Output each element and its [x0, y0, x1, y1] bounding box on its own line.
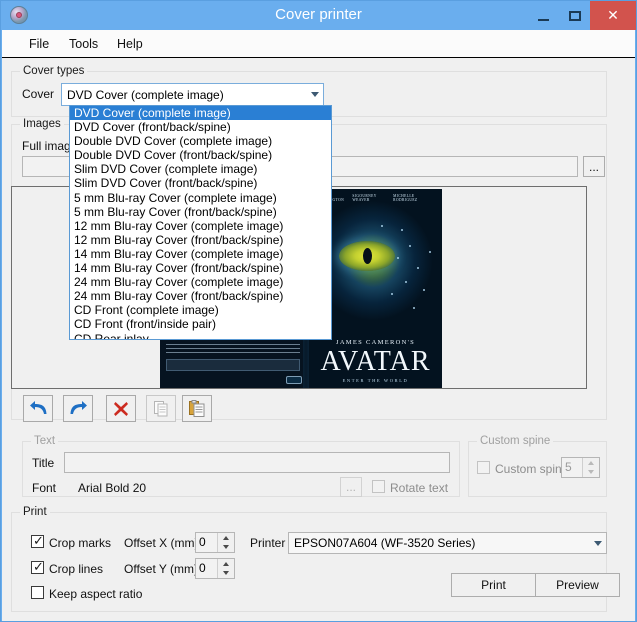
font-label: Font	[32, 481, 56, 495]
dropdown-option[interactable]: Slim DVD Cover (front/back/spine)	[70, 176, 331, 190]
dropdown-option[interactable]: CD Rear inlay	[70, 332, 331, 341]
director-credit: JAMES CAMERON'S	[309, 339, 442, 346]
dropdown-option[interactable]: 24 mm Blu-ray Cover (front/back/spine)	[70, 289, 331, 303]
dropdown-option[interactable]: 14 mm Blu-ray Cover (complete image)	[70, 247, 331, 261]
dropdown-option[interactable]: DVD Cover (front/back/spine)	[70, 120, 331, 134]
images-group-label: Images	[20, 118, 64, 130]
crop-marks-label: Crop marks	[49, 536, 111, 550]
dvd-logo-icon	[286, 376, 302, 384]
custom-spine-value: 5	[562, 458, 582, 477]
custom-spine-increment[interactable]	[583, 458, 599, 468]
menu-item-help[interactable]: Help	[112, 36, 148, 52]
custom-spine-spinner[interactable]: 5	[561, 457, 600, 478]
preview-button[interactable]: Preview	[535, 573, 620, 597]
chevron-down-icon	[589, 533, 606, 553]
movie-title: AVATAR	[309, 347, 442, 377]
custom-spine-checkbox[interactable]	[477, 461, 490, 474]
dropdown-option[interactable]: CD Front (front/inside pair)	[70, 317, 331, 331]
chevron-down-icon	[306, 84, 323, 105]
printer-combo-value: EPSON07A604 (WF-3520 Series)	[289, 536, 589, 550]
cover-type-combo[interactable]: DVD Cover (complete image)	[61, 83, 324, 106]
crop-marks-checkbox[interactable]: ✓	[31, 535, 44, 548]
offset-x-label: Offset X (mm)	[124, 536, 198, 550]
offset-x-spinner[interactable]: 0	[195, 532, 235, 553]
dropdown-option[interactable]: CD Front (complete image)	[70, 303, 331, 317]
dropdown-option[interactable]: DVD Cover (complete image)	[70, 106, 331, 120]
offset-y-label: Offset Y (mm)	[124, 562, 198, 576]
copy-button[interactable]	[146, 395, 176, 422]
offset-x-decrement[interactable]	[218, 543, 234, 553]
title-bar: Cover printer ✕	[1, 1, 636, 30]
application-window: Cover printer ✕ File Tools Help Cover ty…	[0, 0, 637, 622]
menu-bar: File Tools Help	[2, 30, 635, 58]
print-group-label: Print	[20, 506, 50, 518]
rotate-text-checkbox[interactable]	[372, 480, 385, 493]
movie-tagline: ENTER THE WORLD	[309, 378, 442, 383]
browse-image-button[interactable]: ...	[583, 156, 605, 177]
redo-button[interactable]	[63, 395, 93, 422]
cover-type-dropdown-list[interactable]: DVD Cover (complete image) DVD Cover (fr…	[69, 105, 332, 340]
text-group-label: Text	[31, 435, 58, 447]
offset-y-value: 0	[196, 559, 217, 578]
offset-y-increment[interactable]	[218, 559, 234, 569]
minimize-button[interactable]	[528, 1, 559, 30]
rotate-text-label: Rotate text	[390, 481, 448, 495]
dropdown-option[interactable]: 5 mm Blu-ray Cover (front/back/spine)	[70, 205, 331, 219]
cover-type-combo-value: DVD Cover (complete image)	[62, 88, 306, 102]
keep-aspect-ratio-label: Keep aspect ratio	[49, 587, 142, 601]
dropdown-option[interactable]: 12 mm Blu-ray Cover (front/back/spine)	[70, 233, 331, 247]
dropdown-option[interactable]: 12 mm Blu-ray Cover (complete image)	[70, 219, 331, 233]
delete-button[interactable]	[106, 395, 136, 422]
paste-icon	[189, 400, 205, 417]
window-controls: ✕	[528, 1, 636, 30]
undo-icon	[30, 401, 47, 416]
close-button[interactable]: ✕	[590, 1, 636, 30]
print-button[interactable]: Print	[451, 573, 536, 597]
dropdown-option[interactable]: Double DVD Cover (complete image)	[70, 134, 331, 148]
title-label: Title	[32, 456, 54, 470]
font-value: Arial Bold 20	[78, 481, 146, 495]
offset-x-value: 0	[196, 533, 217, 552]
crop-lines-checkbox[interactable]: ✓	[31, 561, 44, 574]
title-input[interactable]	[64, 452, 450, 473]
dropdown-option[interactable]: 5 mm Blu-ray Cover (complete image)	[70, 191, 331, 205]
avatar-eye-graphic	[339, 241, 395, 271]
dropdown-option[interactable]: 24 mm Blu-ray Cover (complete image)	[70, 275, 331, 289]
custom-spine-checkbox-label: Custom spine	[495, 462, 568, 476]
keep-aspect-ratio-checkbox[interactable]	[31, 586, 44, 599]
menu-item-tools[interactable]: Tools	[64, 36, 103, 52]
offset-x-increment[interactable]	[218, 533, 234, 543]
custom-spine-group-label: Custom spine	[477, 435, 553, 447]
copy-icon	[153, 400, 169, 417]
custom-spine-decrement[interactable]	[583, 468, 599, 478]
offset-y-decrement[interactable]	[218, 569, 234, 579]
undo-button[interactable]	[23, 395, 53, 422]
printer-combo[interactable]: EPSON07A604 (WF-3520 Series)	[288, 532, 607, 554]
cover-types-group-label: Cover types	[20, 65, 87, 77]
offset-y-spinner[interactable]: 0	[195, 558, 235, 579]
cast-credit-2: MICHELLE RODRIGUEZ	[393, 194, 438, 202]
cast-credit-1: SIGOURNEY WEAVER	[352, 194, 393, 202]
font-browse-button[interactable]: ...	[340, 477, 362, 497]
redo-icon	[70, 401, 87, 416]
crop-lines-label: Crop lines	[49, 562, 103, 576]
cover-label: Cover	[22, 87, 54, 101]
dropdown-option[interactable]: Slim DVD Cover (complete image)	[70, 162, 331, 176]
close-x-icon	[113, 401, 129, 417]
printer-label: Printer	[250, 536, 285, 550]
dropdown-option[interactable]: Double DVD Cover (front/back/spine)	[70, 148, 331, 162]
maximize-button[interactable]	[559, 1, 590, 30]
paste-button[interactable]	[182, 395, 212, 422]
menu-item-file[interactable]: File	[24, 36, 54, 52]
dropdown-option[interactable]: 14 mm Blu-ray Cover (front/back/spine)	[70, 261, 331, 275]
